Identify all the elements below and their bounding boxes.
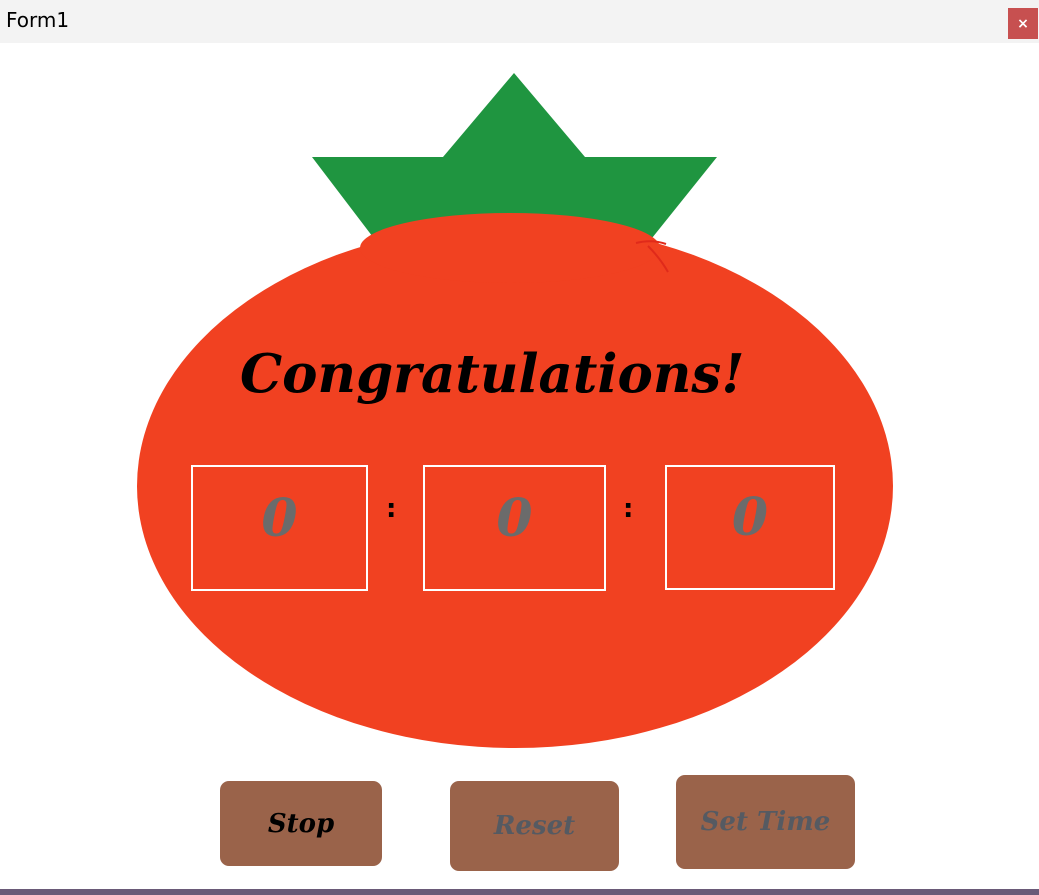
separator-2: :: [623, 494, 634, 524]
minutes-box[interactable]: 0: [423, 465, 606, 591]
reset-button[interactable]: Reset: [450, 781, 619, 871]
close-button[interactable]: ×: [1008, 8, 1038, 39]
reset-button-label: Reset: [493, 811, 576, 841]
minutes-value: 0: [496, 487, 533, 549]
set-time-button-label: Set Time: [700, 807, 831, 837]
stop-button[interactable]: Stop: [220, 781, 382, 866]
congratulations-message: Congratulations!: [240, 343, 745, 405]
separator-1: :: [386, 494, 397, 524]
seconds-box[interactable]: 0: [665, 465, 835, 590]
tomato-top-bump: [360, 213, 660, 283]
window-title: Form1: [6, 8, 70, 32]
set-time-button[interactable]: Set Time: [676, 775, 855, 869]
title-bar: Form1 ×: [0, 0, 1039, 43]
stop-button-label: Stop: [267, 808, 335, 839]
hours-value: 0: [261, 487, 298, 549]
seconds-value: 0: [731, 487, 769, 548]
close-icon: ×: [1017, 15, 1029, 32]
hours-box[interactable]: 0: [191, 465, 368, 591]
taskbar-edge: [0, 889, 1039, 895]
